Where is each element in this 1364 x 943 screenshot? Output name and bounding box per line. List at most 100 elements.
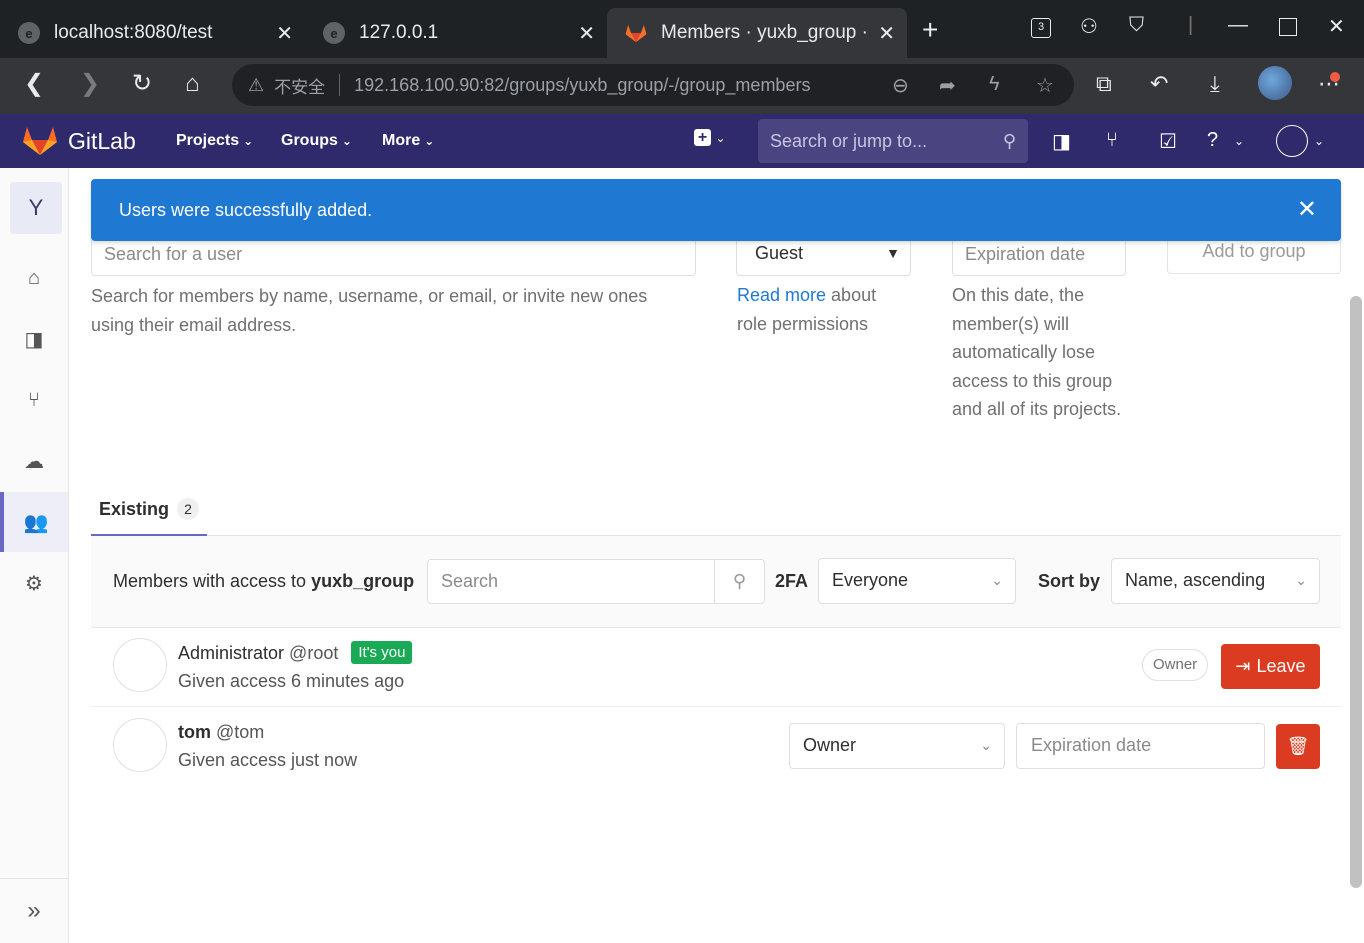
member-row: tom @tom Given access just now Owner ⌄ E… [91, 707, 1341, 787]
undo-icon[interactable]: ↶ [1150, 72, 1168, 96]
home-icon: ⌂ [27, 266, 41, 289]
chevron-down-icon: ⌄ [980, 737, 992, 753]
close-icon[interactable]: ✕ [578, 21, 595, 46]
download-icon[interactable]: ⤓ [1210, 72, 1220, 96]
share-icon[interactable]: ➦ [939, 73, 956, 98]
zoom-out-icon[interactable]: ⊖ [892, 73, 909, 98]
sidebar-item-merge-requests[interactable]: ⑂ [0, 370, 68, 430]
chevron-down-icon: ⌄ [424, 134, 435, 148]
star-icon[interactable]: ☆ [1036, 73, 1054, 98]
access-granted-text: Given access just now [178, 750, 358, 770]
its-you-badge: It's you [351, 641, 413, 664]
new-tab-button[interactable]: + [922, 16, 938, 44]
sign-out-icon: ⇥ [1235, 656, 1251, 676]
close-icon[interactable]: ✕ [276, 21, 293, 46]
global-search-input[interactable]: Search or jump to... ⚲ [758, 119, 1028, 163]
back-icon[interactable]: ❮ [24, 72, 44, 96]
maximize-icon[interactable] [1279, 18, 1297, 36]
divider [339, 74, 341, 96]
member-display-name[interactable]: Administrator [178, 643, 284, 663]
close-icon[interactable]: ✕ [878, 21, 895, 46]
home-icon[interactable]: ⌂ [185, 72, 200, 96]
window-close-icon[interactable]: ✕ [1328, 14, 1345, 39]
browser-toolbar: ❮ ❯ ↻ ⌂ ⚠ 不安全 192.168.100.90:82/groups/y… [0, 58, 1364, 114]
issues-icon[interactable]: ◨ [1052, 129, 1071, 154]
sidebar-item-overview[interactable]: ⌂ [0, 248, 68, 308]
members-access-label: Members with access to yuxb_group [113, 571, 414, 592]
help-icon[interactable]: ? [1207, 129, 1218, 152]
gear-icon: ⚙ [25, 572, 43, 595]
close-icon[interactable]: ✕ [1297, 195, 1317, 224]
nav-more[interactable]: More ⌄ [382, 132, 434, 150]
user-search-input[interactable]: Search for a user [91, 240, 696, 276]
expiration-date-input[interactable]: Expiration date [952, 240, 1126, 276]
access-granted-text: Given access 6 minutes ago [178, 671, 405, 691]
profile-avatar[interactable] [1258, 66, 1292, 100]
member-expiration-input[interactable]: Expiration date [1016, 723, 1265, 769]
gitlab-brand[interactable]: GitLab [68, 128, 136, 155]
member-name: Administrator @root It's you [178, 641, 413, 664]
sidebar-item-members[interactable]: 👥 [0, 492, 68, 552]
chevron-down-icon: ⌄ [243, 134, 254, 148]
member-search-button[interactable]: ⚲ [714, 559, 765, 604]
sort-value: Name, ascending [1125, 570, 1266, 590]
avatar[interactable] [113, 638, 167, 692]
url-text[interactable]: 192.168.100.90:82/groups/yuxb_group/-/gr… [354, 75, 810, 96]
group-avatar[interactable]: Y [10, 182, 62, 234]
member-name: tom @tom [178, 722, 264, 743]
tab-count-icon[interactable]: 3 [1031, 18, 1051, 38]
page-scrollbar[interactable] [1350, 296, 1362, 888]
role-select-value: Guest [755, 243, 804, 263]
collapse-sidebar-button[interactable]: » [0, 878, 68, 943]
twofa-dropdown[interactable]: Everyone ⌄ [818, 558, 1016, 604]
flash-message: Users were successfully added. [119, 199, 373, 220]
tab-title: Members · yuxb_group · [661, 22, 868, 43]
site-icon: e [323, 22, 345, 44]
divider: | [1188, 14, 1194, 36]
tab-label: Existing [98, 498, 169, 519]
member-display-name[interactable]: tom [178, 722, 211, 742]
extensions-icon[interactable]: ⧉ [1096, 72, 1112, 96]
forward-icon[interactable]: ❯ [80, 72, 100, 96]
chevron-down-icon[interactable]: ⌄ [1234, 134, 1244, 148]
members-filter-bar: Members with access to yuxb_group Search… [91, 536, 1341, 628]
gitlab-header: GitLab Projects ⌄ Groups ⌄ More ⌄ + ⌄ Searc… [0, 114, 1364, 168]
users-icon: 👥 [23, 511, 49, 534]
security-label[interactable]: 不安全 [274, 73, 325, 98]
leave-label: Leave [1256, 656, 1306, 676]
label-prefix: Members with access to [113, 571, 312, 591]
tab-existing[interactable]: Existing 2 [91, 484, 207, 536]
sidebar-item-settings[interactable]: ⚙ [0, 553, 68, 613]
todos-icon[interactable]: ☑ [1159, 129, 1177, 154]
reload-icon[interactable]: ↻ [132, 72, 152, 96]
browser-tab-localhost[interactable]: e localhost:8080/test ✕ [0, 8, 305, 58]
leave-button[interactable]: ⇥ Leave [1221, 644, 1320, 689]
sidebar-item-issues[interactable]: ◨ [0, 309, 68, 369]
sort-dropdown[interactable]: Name, ascending ⌄ [1111, 558, 1320, 604]
user-avatar[interactable] [1276, 125, 1308, 157]
double-chevron-right-icon: » [27, 897, 41, 924]
nav-groups[interactable]: Groups ⌄ [281, 132, 352, 150]
remove-member-button[interactable]: 🗑 [1276, 724, 1320, 769]
browser-tab-127[interactable]: e 127.0.0.1 ✕ [305, 8, 607, 58]
chevron-down-icon[interactable]: ⌄ [1314, 134, 1324, 148]
count-badge: 2 [177, 498, 199, 520]
browser-tab-members[interactable]: Members · yuxb_group · ✕ [607, 8, 907, 58]
merge-requests-icon[interactable]: ⑂ [1106, 129, 1118, 152]
trash-icon: 🗑 [1286, 736, 1310, 756]
minimize-icon[interactable]: — [1228, 14, 1248, 37]
twofa-label: 2FA [775, 571, 809, 591]
avatar[interactable] [113, 718, 167, 772]
lightning-icon[interactable]: ϟ [989, 73, 1000, 96]
flash-notice: Users were successfully added. ✕ [91, 179, 1341, 241]
gitlab-logo-icon[interactable] [22, 124, 58, 156]
tab-title: localhost:8080/test [54, 22, 213, 43]
read-more-link[interactable]: Read more [737, 285, 826, 305]
nav-projects[interactable]: Projects ⌄ [176, 132, 253, 150]
sidebar-item-kubernetes[interactable]: ☁ [0, 431, 68, 491]
new-dropdown[interactable]: + ⌄ [694, 129, 726, 147]
reading-mode-icon[interactable]: ⚇ [1080, 14, 1098, 39]
shirt-icon[interactable]: ⛉ [1129, 14, 1144, 37]
address-bar[interactable]: ⚠ 不安全 192.168.100.90:82/groups/yuxb_grou… [232, 64, 1074, 106]
member-role-dropdown[interactable]: Owner ⌄ [789, 723, 1005, 769]
